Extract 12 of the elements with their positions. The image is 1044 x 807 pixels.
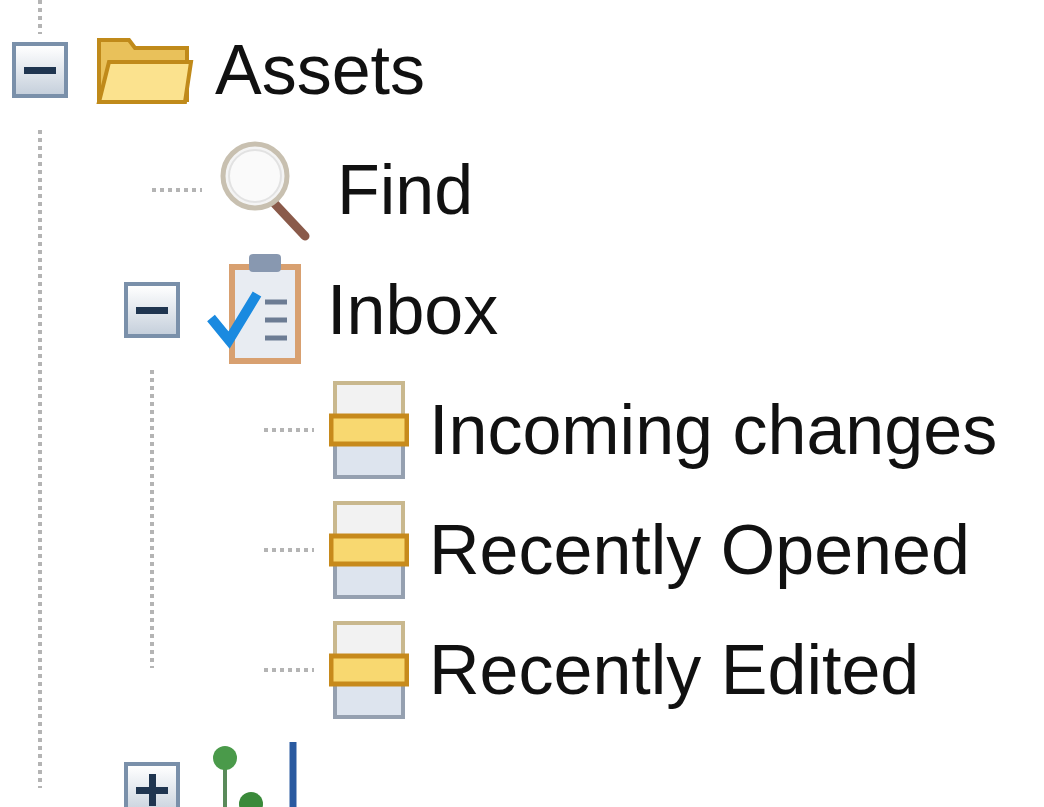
tree-item-label[interactable]: Assets xyxy=(215,35,426,105)
expander-toggle[interactable] xyxy=(124,762,180,807)
stack-icon xyxy=(329,500,409,600)
expander-toggle[interactable] xyxy=(124,282,180,338)
stack-icon xyxy=(329,620,409,720)
minus-icon xyxy=(24,66,56,74)
plus-icon xyxy=(136,774,168,806)
tree-item-label[interactable]: Inbox xyxy=(327,275,499,345)
stack-icon xyxy=(329,380,409,480)
expander-toggle[interactable] xyxy=(12,42,68,98)
tree-item-label[interactable]: Find xyxy=(337,155,474,225)
minus-icon xyxy=(136,306,168,314)
